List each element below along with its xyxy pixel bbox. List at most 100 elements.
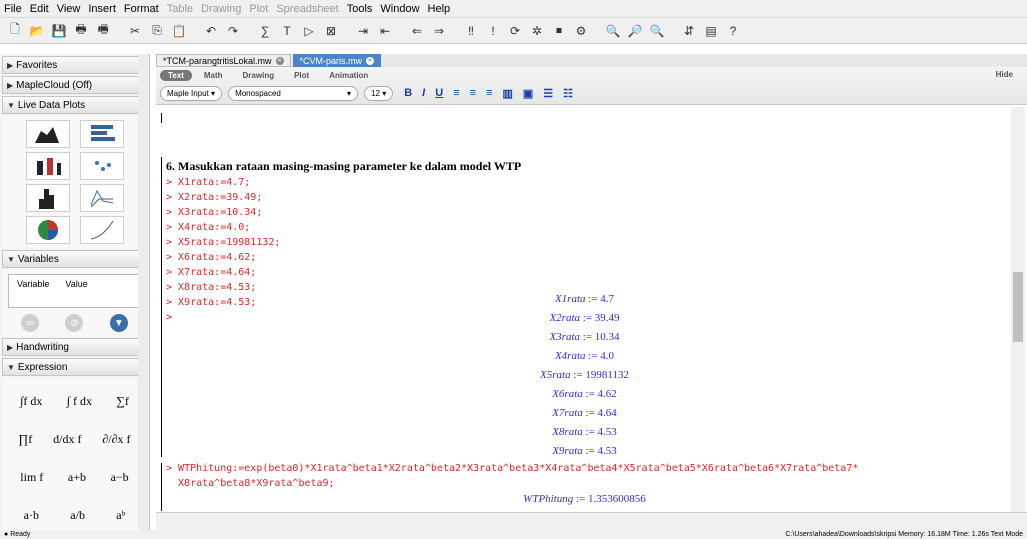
menu-format[interactable]: Format: [124, 3, 159, 15]
align-center-button[interactable]: ≡: [470, 87, 476, 99]
redo-icon[interactable]: ↷: [224, 22, 242, 40]
integral-icon[interactable]: ∫f dx: [20, 394, 42, 409]
area-plot-icon[interactable]: [25, 120, 70, 148]
numbered-list-button[interactable]: ☷: [563, 87, 573, 100]
line-plot-icon[interactable]: [79, 184, 124, 212]
bar-plot-icon[interactable]: [79, 120, 124, 148]
horizontal-scrollbar[interactable]: [156, 512, 1027, 530]
menu-table[interactable]: Table: [167, 3, 193, 15]
align-left-button[interactable]: ≡: [453, 87, 459, 99]
input-line[interactable]: > X4rata:=4.0;: [166, 222, 250, 233]
input-line[interactable]: > X6rata:=4.62;: [166, 252, 256, 263]
zoom-in-icon[interactable]: 🔎: [626, 22, 644, 40]
limit-icon[interactable]: lim f: [20, 470, 43, 485]
multiply-icon[interactable]: a·b: [24, 508, 39, 523]
execute-icon[interactable]: !: [484, 22, 502, 40]
pie-chart-icon[interactable]: [25, 216, 70, 244]
palette-handwriting[interactable]: ▶ Handwriting: [2, 338, 147, 356]
help-icon[interactable]: ?: [724, 22, 742, 40]
menu-tools[interactable]: Tools: [347, 3, 373, 15]
scatter-plot-icon[interactable]: [79, 152, 124, 180]
collapse-icon[interactable]: ⇵: [680, 22, 698, 40]
sum-icon[interactable]: ∑f: [116, 394, 129, 409]
function-plot-icon[interactable]: [79, 216, 124, 244]
menu-plot[interactable]: Plot: [249, 3, 268, 15]
forward-icon[interactable]: ⇒: [430, 22, 448, 40]
menu-help[interactable]: Help: [428, 3, 451, 15]
menu-drawing[interactable]: Drawing: [201, 3, 241, 15]
palette-maplecloud[interactable]: ▶ MapleCloud (Off): [2, 76, 147, 94]
add-icon[interactable]: a+b: [68, 470, 86, 485]
wtp-input-line-2[interactable]: X8rata^beta8*X9rata^beta9;: [166, 478, 335, 489]
palette-scrollbar[interactable]: [138, 54, 148, 530]
italic-button[interactable]: I: [422, 87, 425, 99]
palette-live-data-plots[interactable]: ▼ Live Data Plots: [2, 96, 147, 114]
font-select[interactable]: Monospaced ▾: [228, 85, 359, 101]
product-icon[interactable]: ∏f: [18, 432, 32, 447]
menu-insert[interactable]: Insert: [88, 3, 116, 15]
save-icon[interactable]: 💾: [50, 22, 68, 40]
filter-icon[interactable]: ▼: [109, 314, 128, 332]
cut-icon[interactable]: ✂: [126, 22, 144, 40]
execute-all-icon[interactable]: ‼: [462, 22, 480, 40]
undo-icon[interactable]: ↶: [202, 22, 220, 40]
input-line[interactable]: > X8rata:=4.53;: [166, 282, 256, 293]
subtract-icon[interactable]: a−b: [111, 470, 129, 485]
input-line[interactable]: > X5rata:=19981132;: [166, 237, 280, 248]
box-plot-icon[interactable]: [25, 152, 70, 180]
stop-icon[interactable]: ⏹: [550, 22, 568, 40]
menu-view[interactable]: View: [57, 3, 81, 15]
menu-file[interactable]: File: [4, 3, 22, 15]
insert-math-icon[interactable]: ∑: [256, 22, 274, 40]
document-tab[interactable]: *CVM-paris.mw ✕: [292, 54, 382, 67]
hide-icon[interactable]: ⊘: [65, 314, 84, 332]
outdent-icon[interactable]: ⇤: [376, 22, 394, 40]
indent-icon[interactable]: ⇥: [354, 22, 372, 40]
palette-expression[interactable]: ▼ Expression: [2, 358, 147, 376]
fraction-icon[interactable]: a/b: [70, 508, 85, 523]
insert-prompt-icon[interactable]: ▷: [300, 22, 318, 40]
context-tab-drawing[interactable]: Drawing: [235, 70, 283, 81]
insert-section-icon[interactable]: ⊠: [322, 22, 340, 40]
input-line[interactable]: > X2rata:=39.49;: [166, 192, 262, 203]
font-size-select[interactable]: 12 ▾: [364, 85, 394, 101]
histogram-icon[interactable]: [25, 184, 70, 212]
menu-spreadsheet[interactable]: Spreadsheet: [276, 3, 338, 15]
font-color-button[interactable]: ▥: [502, 87, 512, 100]
worksheet[interactable]: 6. Masukkan rataan masing-masing paramet…: [158, 107, 1011, 512]
hide-button[interactable]: Hide: [996, 70, 1013, 79]
open-icon[interactable]: 📂: [28, 22, 46, 40]
scrollbar-thumb[interactable]: [1013, 272, 1023, 342]
wtp-input-line-1[interactable]: > WTPhitung:=exp(beta0)*X1rata^beta1*X2r…: [166, 463, 858, 474]
power-icon[interactable]: aᵇ: [116, 508, 125, 523]
context-tab-animation[interactable]: Animation: [321, 70, 376, 81]
input-line[interactable]: > X7rata:=4.64;: [166, 267, 256, 278]
debug-icon[interactable]: ✲: [528, 22, 546, 40]
context-tab-math[interactable]: Math: [196, 70, 231, 81]
close-tab-icon[interactable]: ✕: [366, 56, 375, 65]
input-line[interactable]: > X3rata:=10.34;: [166, 207, 262, 218]
zoom-100-icon[interactable]: 🔍: [604, 22, 622, 40]
back-icon[interactable]: ⇐: [408, 22, 426, 40]
input-mode-select[interactable]: Maple Input ▾: [160, 85, 223, 101]
print-preview-icon[interactable]: 🖷: [94, 22, 112, 40]
bullet-list-button[interactable]: ☰: [543, 87, 553, 100]
link-icon[interactable]: ∞: [21, 314, 40, 332]
print-icon[interactable]: 🖶: [72, 22, 90, 40]
context-tab-text[interactable]: Text: [160, 69, 192, 81]
zoom-out-icon[interactable]: 🔍: [648, 22, 666, 40]
menu-window[interactable]: Window: [380, 3, 419, 15]
copy-icon[interactable]: ⎘: [148, 22, 166, 40]
close-tab-icon[interactable]: ✕: [275, 56, 284, 65]
bold-button[interactable]: B: [404, 87, 412, 99]
partial-derivative-icon[interactable]: ∂/∂x f: [102, 432, 130, 447]
restart-icon[interactable]: ⟳: [506, 22, 524, 40]
definite-integral-icon[interactable]: ∫ f dx: [67, 394, 92, 409]
underline-button[interactable]: U: [435, 87, 443, 99]
insert-text-icon[interactable]: T: [278, 22, 296, 40]
derivative-icon[interactable]: d/dx f: [53, 432, 81, 447]
settings-icon[interactable]: ⚙: [572, 22, 590, 40]
palette-favorites[interactable]: ▶ Favorites: [2, 56, 147, 74]
new-icon[interactable]: 🗋: [6, 22, 24, 40]
paste-icon[interactable]: 📋: [170, 22, 188, 40]
